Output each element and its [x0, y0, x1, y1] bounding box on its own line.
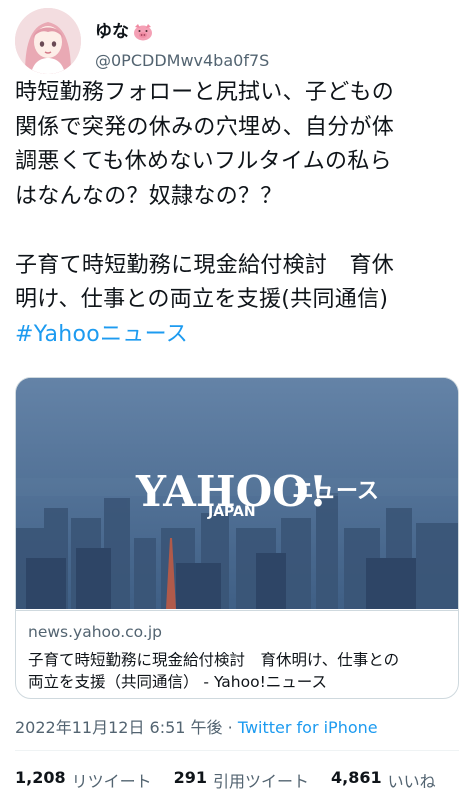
likes-label: いいね	[387, 772, 436, 791]
card-domain: news.yahoo.co.jp	[28, 623, 162, 641]
avatar-illustration	[15, 8, 81, 74]
timestamp[interactable]: 2022年11月12日 6:51 午後	[15, 718, 223, 737]
pig-face-icon	[134, 24, 152, 41]
card-title: 子育て時短勤務に現金給付検討 育休明け、仕事との 両立を支援（共同通信） - Y…	[28, 649, 448, 693]
tweet-line: 調悪くても休めないフルタイムの私ら	[15, 149, 392, 174]
meta-separator: ·	[222, 718, 238, 737]
city-skyline-image: YAHOO! JAPAN ニュース	[16, 378, 458, 609]
likes-stat[interactable]: 4,861 いいね	[331, 768, 436, 792]
quotes-stat[interactable]: 291 引用ツイート	[174, 768, 309, 792]
tweet-line: 関係で突発の休みの穴埋め、自分が体	[15, 114, 395, 140]
card-image[interactable]: YAHOO! JAPAN ニュース	[16, 378, 458, 609]
quotes-count: 291	[173, 768, 208, 787]
tweet-line: はなんなの？奴隷なの？？	[15, 183, 283, 209]
tweet-header: ゆな @0PCDDMwv4ba0f7S	[15, 8, 459, 74]
quotes-label: 引用ツイート	[213, 772, 310, 791]
tweet-line: 時短勤務フォローと尻拭い、子どもの	[15, 80, 395, 105]
display-name[interactable]: ゆな	[95, 22, 129, 42]
divider	[15, 750, 459, 751]
card-title-line: 子育て時短勤務に現金給付検討 育休明け、仕事との	[28, 651, 400, 669]
display-name-row[interactable]: ゆな	[95, 22, 153, 42]
user-handle[interactable]: @0PCDDMwv4ba0f7S	[95, 52, 269, 70]
yahoo-logo-sub: JAPAN	[207, 504, 256, 520]
card-title-line: 両立を支援（共同通信） - Yahoo!ニュース	[28, 673, 328, 691]
tweet-line: 明け、仕事との両立を支援(共同通信)	[15, 287, 389, 312]
link-preview-card[interactable]: YAHOO! JAPAN ニュース news.yahoo.co.jp 子育て時短…	[15, 377, 459, 699]
source-link[interactable]: Twitter for iPhone	[238, 718, 378, 737]
tweet-text: 時短勤務フォローと尻拭い、子どもの 関係で突発の休みの穴埋め、自分が体 調悪くて…	[15, 76, 461, 352]
tweet-line: 子育て時短勤務に現金給付検討 育休	[15, 252, 395, 278]
avatar[interactable]	[15, 8, 81, 74]
likes-count: 4,861	[331, 768, 382, 787]
yahoo-news-label: ニュース	[292, 479, 379, 504]
card-body[interactable]: news.yahoo.co.jp 子育て時短勤務に現金給付検討 育休明け、仕事と…	[16, 610, 458, 698]
retweets-count: 1,208	[15, 768, 66, 787]
tweet-meta: 2022年11月12日 6:51 午後 · Twitter for iPhone	[15, 714, 378, 738]
retweets-stat[interactable]: 1,208 リツイート	[15, 768, 152, 792]
tweet-stats: 1,208 リツイート 291 引用ツイート 4,861 いいね	[15, 768, 458, 792]
retweets-label: リツイート	[71, 772, 152, 791]
hashtag-link[interactable]: #Yahooニュース	[15, 318, 461, 353]
